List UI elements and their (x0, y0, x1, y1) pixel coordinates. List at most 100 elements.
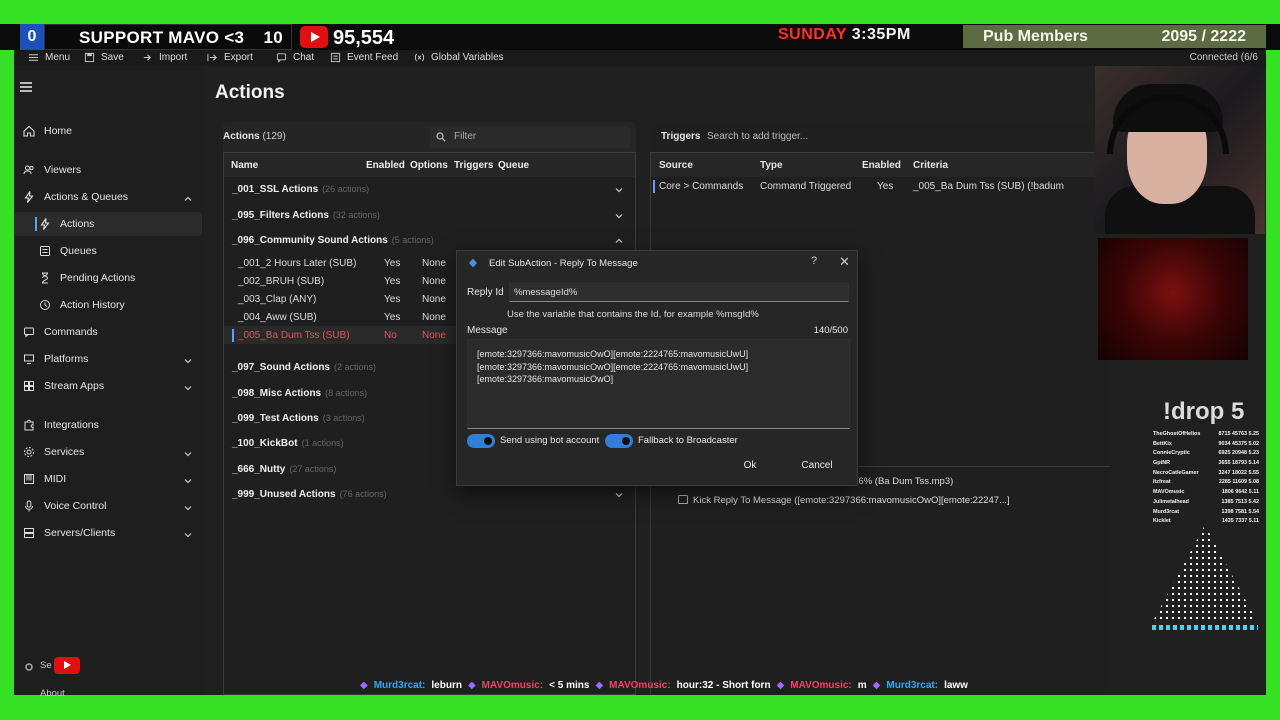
chevron-down-icon[interactable] (615, 211, 623, 219)
gear-icon[interactable] (24, 662, 34, 672)
ok-button[interactable]: Ok (727, 457, 773, 475)
cancel-button[interactable]: Cancel (791, 457, 843, 475)
close-button[interactable]: ✕ (839, 254, 850, 270)
leaderboard-row: TheGhostOfHelios 8715 45763 5.25 (1153, 430, 1259, 440)
col-type[interactable]: Type (760, 160, 783, 171)
col-source[interactable]: Source (659, 160, 693, 171)
menu-button[interactable]: Menu (28, 52, 70, 63)
leaderboard-row: Murd3rcat 1398 7581 5.54 (1153, 508, 1259, 518)
action-group[interactable]: _001_SSL Actions (26 actions) (224, 177, 635, 201)
save-button[interactable]: Save (84, 52, 124, 63)
about-label[interactable]: About (40, 688, 65, 699)
leaderboard-row: Julimetalhead 1385 7513 5.42 (1153, 498, 1259, 508)
connection-status: Connected (6/6 (1189, 52, 1258, 63)
leaderboard-name: Julimetalhead (1153, 498, 1189, 505)
action-name: _003_Clap (ANY) (238, 294, 317, 305)
sidebar-item-commands[interactable]: Commands (14, 320, 202, 344)
col-queue[interactable]: Queue (498, 160, 529, 171)
sidebar-item-servers-clients[interactable]: Servers/Clients (14, 521, 202, 545)
chat-message: laww (944, 680, 968, 691)
chevron-down-icon (184, 448, 192, 460)
overlay-clock: SUNDAY 3:35PM (778, 26, 911, 44)
sidebar-item-services[interactable]: Services (14, 440, 202, 464)
action-group[interactable]: _095_Filters Actions (32 actions) (224, 203, 635, 227)
chat-button[interactable]: Chat (276, 52, 314, 63)
sidebar-item-label: Home (44, 125, 73, 137)
sidebar-item-stream-apps[interactable]: Stream Apps (14, 374, 202, 398)
chat-message: < 5 mins (549, 680, 590, 691)
chat-ticker: ◆ Murd3rcat: leburn ◆ MAVOmusic: < 5 mins ◆ MAV… (360, 680, 1220, 698)
leaderboard-name: Itzfreat (1153, 479, 1171, 486)
import-button[interactable]: Import (142, 52, 187, 63)
col-criteria[interactable]: Criteria (913, 160, 948, 171)
sidebar-item-label: Integrations (44, 419, 99, 431)
webcam-feed (1095, 66, 1265, 234)
action-group-name: _098_Misc Actions (8 actions) (232, 388, 368, 399)
drop-command-text: !drop 5 (1163, 398, 1245, 425)
send-using-bot-toggle[interactable] (467, 434, 495, 448)
drop-leaderboard: TheGhostOfHelios 8715 45763 5.25 BettKix 90… (1153, 430, 1259, 527)
trigger-search-input[interactable]: Search to add trigger... (701, 127, 1101, 147)
action-enabled: Yes (384, 276, 401, 287)
filter-input[interactable]: Filter (430, 126, 630, 148)
action-enabled: Yes (384, 258, 401, 269)
platforms-icon (22, 352, 36, 366)
variable-icon (414, 53, 425, 62)
actions-table-header: Name Enabled Options Triggers Queue (224, 153, 635, 177)
sidebar-toggle-icon[interactable] (20, 82, 32, 92)
chevron-down-icon[interactable] (615, 185, 623, 193)
sidebar-item-queues[interactable]: Queues (14, 239, 202, 263)
chat-username: MAVOmusic: (481, 680, 544, 691)
sidebar-item-actions[interactable]: Actions (14, 212, 202, 236)
pub-members-banner: Pub Members 2095 / 2222 (963, 25, 1266, 48)
save-icon (84, 52, 95, 63)
sidebar-item-midi[interactable]: MIDI (14, 467, 202, 491)
col-trigger-enabled[interactable]: Enabled (862, 160, 901, 171)
event-feed-button[interactable]: Event Feed (330, 52, 398, 63)
sidebar-item-pending-actions[interactable]: Pending Actions (14, 266, 202, 290)
col-options[interactable]: Options (410, 160, 448, 171)
emote-icon: ◆ (360, 680, 368, 691)
col-name[interactable]: Name (231, 160, 258, 171)
message-textarea[interactable]: [emote:3297366:mavomusicOwO][emote:22247… (467, 339, 850, 429)
midi-icon (22, 472, 36, 486)
leaderboard-name: MAVOmusic (1153, 489, 1185, 496)
fallback-broadcaster-toggle[interactable] (605, 434, 633, 448)
global-variables-button[interactable]: Global Variables (414, 52, 504, 63)
col-triggers[interactable]: Triggers (454, 160, 493, 171)
leaderboard-stats: 1806 9642 5.11 (1221, 489, 1259, 496)
chevron-up-icon[interactable] (615, 236, 623, 243)
sidebar-item-action-history[interactable]: Action History (14, 293, 202, 317)
message-char-count: 140/500 (813, 325, 848, 336)
subaction-row[interactable]: Kick Reply To Message ([emote:3297366:ma… (651, 491, 1111, 509)
sidebar-item-integrations[interactable]: Integrations (14, 413, 202, 437)
settings-label[interactable]: Se (40, 660, 52, 671)
pub-value: 2095 / 2222 (1161, 28, 1246, 45)
col-enabled[interactable]: Enabled (366, 160, 405, 171)
actions-label: Actions (129) (223, 131, 286, 142)
leaderboard-stats: 9034 45375 5.02 (1218, 440, 1259, 447)
trigger-row[interactable]: Core > Commands Command Triggered Yes _0… (651, 177, 1111, 195)
action-group[interactable]: _096_Community Sound Actions (5 actions) (224, 228, 635, 252)
action-group-name: _666_Nutty (27 actions) (232, 464, 337, 475)
sidebar-item-viewers[interactable]: Viewers (14, 158, 202, 182)
chevron-down-icon[interactable] (615, 490, 623, 498)
plinko-board (1152, 525, 1258, 630)
help-button[interactable]: ? (811, 255, 817, 267)
emote-icon: ◆ (872, 680, 881, 691)
dialog-title: Edit SubAction - Reply To Message (489, 258, 638, 269)
chat-icon (276, 53, 287, 63)
leaderboard-row: Itzfreat 2285 11609 5.08 (1153, 478, 1259, 488)
leaderboard-stats: 3655 18793 5.14 (1218, 460, 1259, 467)
sidebar-item-platforms[interactable]: Platforms (14, 347, 202, 371)
sidebar-item-voice-control[interactable]: Voice Control (14, 494, 202, 518)
filter-placeholder: Filter (454, 131, 477, 142)
export-button[interactable]: Export (207, 52, 253, 63)
action-enabled: No (384, 330, 397, 341)
reply-id-input[interactable]: %messageId% (509, 283, 849, 302)
sidebar-item-actions-queues[interactable]: Actions & Queues (14, 185, 202, 209)
sidebar-item-home[interactable]: Home (14, 119, 202, 143)
action-group-name: _097_Sound Actions (2 actions) (232, 362, 377, 373)
chevron-up-icon (184, 193, 192, 205)
event-feed-label: Event Feed (347, 52, 399, 63)
